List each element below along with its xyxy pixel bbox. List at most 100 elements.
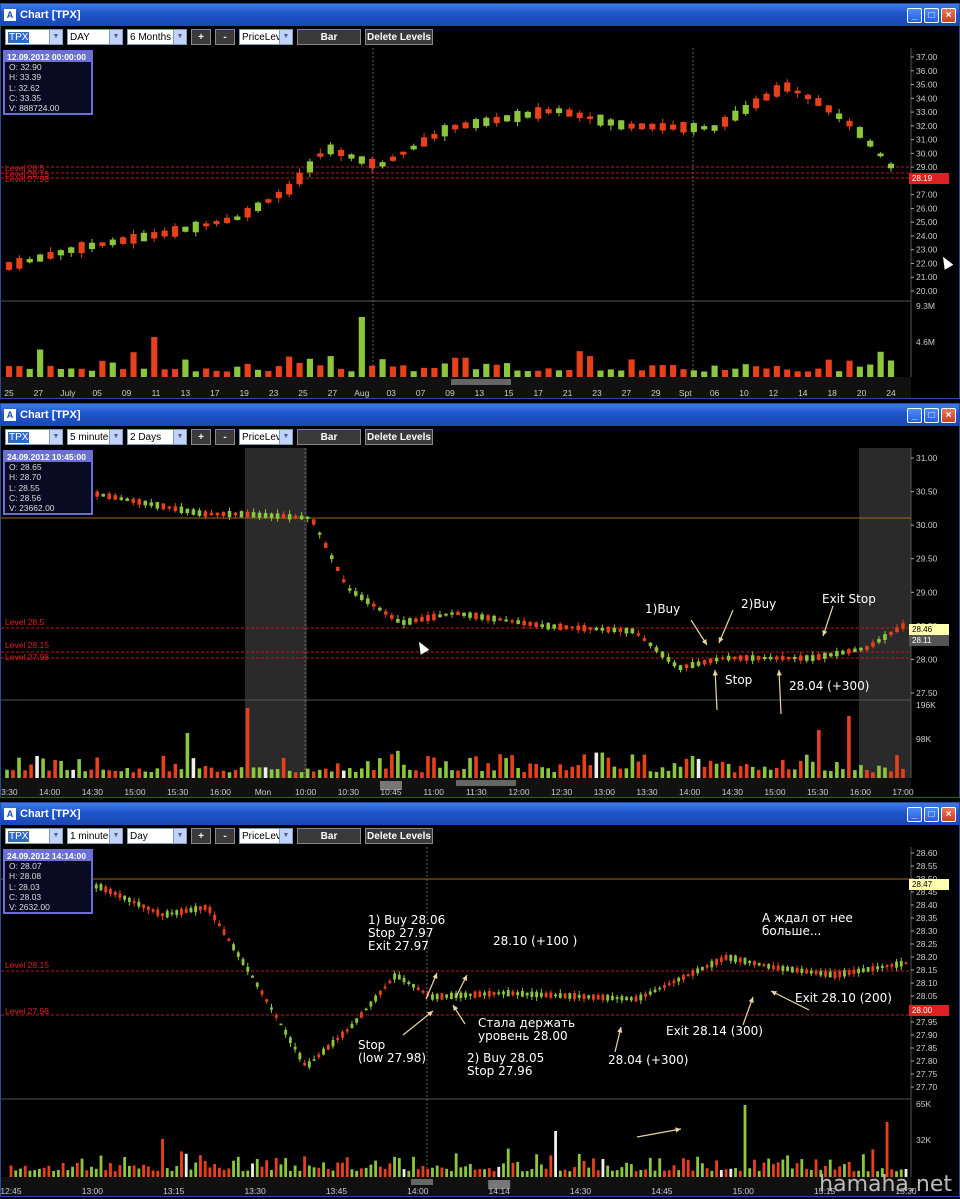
- volume-bar: [57, 368, 64, 377]
- ticker-select[interactable]: TPX ▼: [5, 29, 63, 45]
- title-bar[interactable]: A Chart [TPX] _ □ ×: [1, 404, 959, 426]
- price-level-select[interactable]: PriceLeve ▼: [239, 29, 293, 45]
- range-select[interactable]: 6 Months ▼: [127, 29, 187, 45]
- chart-area[interactable]: 28.6028.5528.5028.4528.4028.3528.3028.25…: [1, 847, 959, 1196]
- price-level-select[interactable]: PriceLeve ▼: [239, 828, 293, 844]
- volume-bar: [355, 1170, 359, 1177]
- annotation-exit-stop: Exit Stop: [822, 592, 876, 606]
- bar-type-button[interactable]: Bar: [297, 29, 361, 45]
- volume-bar: [312, 1167, 316, 1177]
- close-button[interactable]: ×: [941, 7, 956, 23]
- title-bar[interactable]: A Chart [TPX] _ □ ×: [1, 803, 959, 825]
- candle-body: [899, 961, 903, 967]
- delete-levels-button[interactable]: Delete Levels: [365, 828, 433, 844]
- candle-body: [287, 514, 292, 520]
- price-chart[interactable]: 31.0030.5030.0029.5029.0028.5028.0027.50…: [1, 448, 959, 797]
- range-select[interactable]: Day ▼: [127, 828, 187, 844]
- delete-levels-button[interactable]: Delete Levels: [365, 429, 433, 445]
- volume-bar: [638, 370, 646, 377]
- bar-type-button[interactable]: Bar: [297, 429, 361, 445]
- close-button[interactable]: ×: [941, 806, 956, 822]
- zoom-in-button[interactable]: +: [191, 429, 211, 445]
- volume-bar: [502, 1163, 505, 1177]
- candle-body: [5, 262, 13, 270]
- chevron-down-icon: ▼: [49, 430, 62, 444]
- chevron-down-icon: ▼: [49, 30, 62, 44]
- close-button[interactable]: ×: [941, 407, 956, 423]
- x-tick-label: 12:00: [508, 787, 530, 797]
- candle-body: [450, 612, 454, 615]
- chart-area[interactable]: 37.00 36.00 35.00 34.00 33.00 32.00 31.00 30.00…: [1, 48, 959, 398]
- candle-body: [847, 649, 851, 654]
- y-tick-label: 27.00: [916, 190, 938, 200]
- volume-bar: [109, 1163, 112, 1177]
- volume-bar: [137, 1168, 141, 1177]
- ticker-select[interactable]: TPX ▼: [5, 429, 63, 445]
- interval-select[interactable]: 1 minute ▼: [67, 828, 123, 844]
- x-tick-label: 15:00: [764, 787, 786, 797]
- candle-body: [866, 967, 870, 972]
- x-tick-label: 12:30: [551, 787, 573, 797]
- volume-bar: [95, 757, 99, 778]
- delete-levels-button[interactable]: Delete Levels: [365, 29, 433, 45]
- volume-bar: [47, 365, 54, 377]
- candle-body: [618, 120, 625, 130]
- zoom-out-button[interactable]: -: [215, 828, 235, 844]
- zoom-out-button[interactable]: -: [215, 429, 235, 445]
- volume-bar: [378, 1166, 382, 1177]
- minimize-button[interactable]: _: [907, 806, 922, 822]
- candle-body: [388, 980, 392, 984]
- candle-body: [37, 254, 44, 262]
- candle-body: [628, 123, 635, 129]
- volume-bar: [483, 1169, 486, 1177]
- y-tick-label: 28.40: [916, 900, 938, 910]
- volume-bar: [88, 370, 96, 377]
- minimize-button[interactable]: _: [907, 407, 922, 423]
- minimize-button[interactable]: _: [907, 7, 922, 23]
- candle-body: [16, 258, 23, 269]
- volume-bar: [184, 1153, 188, 1177]
- maximize-button[interactable]: □: [924, 7, 939, 23]
- volume-bar: [241, 1171, 245, 1177]
- candle-body: [47, 252, 54, 259]
- bar-type-button[interactable]: Bar: [297, 828, 361, 844]
- chart-area[interactable]: 31.0030.5030.0029.5029.0028.5028.0027.50…: [1, 448, 959, 797]
- candle-body: [847, 970, 851, 975]
- candle-body: [714, 657, 719, 662]
- candle-body: [284, 1029, 288, 1035]
- candle-body: [480, 614, 484, 620]
- title-bar[interactable]: A Chart [TPX] _ □ ×: [1, 4, 959, 26]
- candle-body: [478, 991, 482, 998]
- volume-bar: [288, 1170, 292, 1177]
- volume-bar: [445, 1168, 449, 1177]
- candle-body: [161, 230, 168, 237]
- volume-bar: [601, 1159, 605, 1177]
- ticker-select[interactable]: TPX ▼: [5, 828, 63, 844]
- candle-body: [885, 965, 889, 968]
- zoom-out-button[interactable]: -: [215, 29, 235, 45]
- price-chart[interactable]: 37.00 36.00 35.00 34.00 33.00 32.00 31.00 30.00…: [1, 48, 959, 398]
- interval-select[interactable]: DAY ▼: [67, 29, 123, 45]
- candle-body: [408, 618, 412, 625]
- candle-body: [155, 502, 160, 509]
- maximize-button[interactable]: □: [924, 806, 939, 822]
- y-tick-label: 24.00: [916, 231, 938, 241]
- volume-bar: [780, 760, 785, 778]
- candle-body: [263, 513, 268, 518]
- volume-bar: [630, 754, 635, 778]
- zoom-in-button[interactable]: +: [191, 828, 211, 844]
- candle-body: [347, 588, 352, 591]
- x-tick-label: 14:00: [407, 1186, 429, 1196]
- info-datetime: 12.09.2012 00:00:00: [5, 52, 91, 63]
- candle-body: [254, 202, 262, 212]
- price-level-select[interactable]: PriceLeve ▼: [239, 429, 293, 445]
- interval-select[interactable]: 5 minutes ▼: [67, 429, 123, 445]
- zoom-in-button[interactable]: +: [191, 29, 211, 45]
- volume-bar: [337, 369, 345, 377]
- volume-bar: [435, 1165, 439, 1177]
- volume-bar: [743, 1105, 747, 1177]
- maximize-button[interactable]: □: [924, 407, 939, 423]
- y-tick-label: 28.10: [916, 978, 938, 988]
- volume-bar: [719, 1170, 723, 1177]
- range-select[interactable]: 2 Days ▼: [127, 429, 187, 445]
